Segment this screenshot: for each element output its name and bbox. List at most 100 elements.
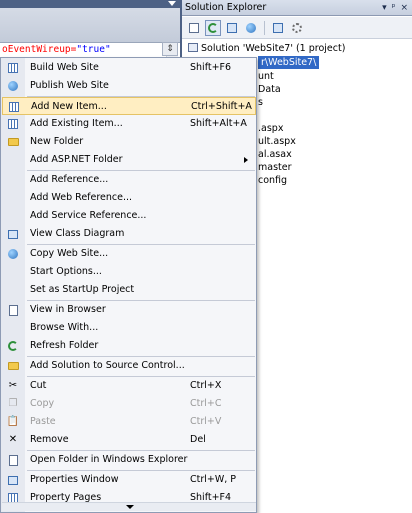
asp-config-button[interactable] [289, 20, 305, 36]
menu-item-label: View Class Diagram [30, 228, 125, 239]
code-line[interactable]: oEventWireup="true" [0, 43, 165, 56]
menu-item-add-new-item[interactable]: Add New Item... Ctrl+Shift+A [2, 97, 256, 115]
menu-item-view-in-browser[interactable]: View in Browser [2, 301, 256, 319]
refresh-button[interactable] [205, 19, 221, 36]
auto-hide-pin-icon[interactable]: ᵖ [392, 0, 396, 16]
menu-scroll-down-button[interactable] [2, 502, 256, 511]
menu-item-remove[interactable]: ✕ Remove Del [2, 431, 256, 449]
tree-node[interactable]: .aspx [258, 122, 283, 135]
menu-item-set-startup-project[interactable]: Set as StartUp Project [2, 281, 256, 299]
folder-icon [7, 136, 19, 148]
menu-item-label: Add Solution to Source Control... [30, 360, 185, 371]
refresh-icon [208, 22, 218, 33]
menu-item-label: Add Existing Item... [30, 118, 123, 129]
browser-icon [7, 304, 19, 316]
remove-icon: ✕ [8, 434, 18, 445]
menu-item-copy[interactable]: ❐ Copy Ctrl+C [2, 395, 256, 413]
nest-files-icon [227, 22, 237, 33]
menu-item-label: Set as StartUp Project [30, 284, 135, 295]
menu-item-properties-window[interactable]: Properties Window Ctrl+W, P [2, 471, 256, 489]
copy-web-site-icon [7, 248, 19, 260]
menu-item-label: Refresh Folder [30, 340, 99, 351]
tree-node[interactable]: al.asax [258, 148, 292, 161]
menu-item-cut[interactable]: ✂ Cut Ctrl+X [2, 377, 256, 395]
view-in-browser-button[interactable] [270, 20, 286, 36]
paste-icon: 📋 [6, 416, 20, 427]
menu-item-shortcut: Del [190, 434, 206, 445]
menu-item-shortcut: Shift+F6 [190, 62, 232, 73]
chevron-down-icon [126, 505, 134, 509]
tree-node-label: Solution 'WebSite7' (1 project) [201, 43, 346, 54]
menu-item-copy-web-site[interactable]: Copy Web Site... [2, 245, 256, 263]
menu-item-add-reference[interactable]: Add Reference... [2, 171, 256, 189]
menu-item-build-web-site[interactable]: Build Web Site Shift+F6 [2, 59, 256, 77]
menu-item-label: Open Folder in Windows Explorer [30, 454, 188, 465]
menu-item-label: Add Reference... [30, 174, 109, 185]
properties-button[interactable] [186, 20, 202, 36]
tree-node[interactable]: config [258, 174, 287, 187]
menu-item-label: Paste [30, 416, 56, 427]
code-attribute: oEventWireup= [2, 44, 77, 55]
menu-item-shortcut: Ctrl+W, P [190, 474, 237, 485]
menu-item-label: Copy [30, 398, 55, 409]
tree-node[interactable]: Data [258, 83, 281, 96]
menu-item-label: Add ASP.NET Folder [30, 154, 123, 165]
open-folder-icon [7, 454, 19, 466]
add-new-item-icon [8, 101, 20, 113]
tab-dropdown-icon[interactable] [168, 1, 176, 6]
menu-item-label: Publish Web Site [30, 80, 109, 91]
tree-node-solution[interactable]: Solution 'WebSite7' (1 project) [188, 42, 345, 55]
tree-node[interactable]: unt [258, 70, 274, 83]
menu-item-label: Build Web Site [30, 62, 99, 73]
menu-item-add-web-reference[interactable]: Add Web Reference... [2, 189, 256, 207]
class-diagram-icon [7, 228, 19, 240]
menu-item-browse-with[interactable]: Browse With... [2, 319, 256, 337]
menu-item-view-class-diagram[interactable]: View Class Diagram [2, 225, 256, 243]
tree-node-label: r\WebSite7\ [261, 57, 317, 68]
menu-item-add-existing-item[interactable]: Add Existing Item... Shift+Alt+A [2, 115, 256, 133]
menu-item-shortcut: Ctrl+X [190, 380, 222, 391]
editor-navigation-bar [0, 8, 180, 43]
view-in-browser-icon [273, 22, 283, 33]
editor-tab-strip [0, 0, 180, 8]
menu-item-publish-web-site[interactable]: Publish Web Site [2, 77, 256, 95]
copy-icon: ❐ [8, 398, 18, 409]
menu-item-refresh-folder[interactable]: Refresh Folder [2, 337, 256, 355]
menu-item-label: Add Service Reference... [30, 210, 147, 221]
menu-item-label: Add New Item... [31, 101, 107, 112]
menu-item-label: Start Options... [30, 266, 102, 277]
split-view-icon[interactable]: ⇕ [162, 42, 178, 56]
menu-item-label: Add Web Reference... [30, 192, 133, 203]
menu-item-label: Browse With... [30, 322, 99, 333]
menu-item-add-aspnet-folder[interactable]: Add ASP.NET Folder [2, 151, 256, 169]
menu-item-label: Cut [30, 380, 47, 391]
tree-node-project[interactable]: r\WebSite7\ [258, 56, 320, 69]
menu-item-open-folder-in-explorer[interactable]: Open Folder in Windows Explorer [2, 451, 256, 469]
nest-related-files-button[interactable] [224, 20, 240, 36]
copy-web-site-icon [246, 22, 256, 33]
menu-item-shortcut: Ctrl+Shift+A [191, 101, 252, 112]
menu-item-label: Remove [30, 434, 69, 445]
menu-item-label: Copy Web Site... [30, 248, 109, 259]
menu-item-paste[interactable]: 📋 Paste Ctrl+V [2, 413, 256, 431]
menu-item-shortcut: Ctrl+C [190, 398, 222, 409]
close-icon[interactable]: × [400, 0, 408, 16]
tree-node[interactable]: master [258, 161, 292, 174]
properties-icon [189, 22, 199, 33]
tree-node[interactable]: s [258, 96, 263, 109]
tree-node[interactable]: ult.aspx [258, 135, 296, 148]
menu-item-add-service-reference[interactable]: Add Service Reference... [2, 207, 256, 225]
solution-explorer-toolbar [182, 17, 412, 39]
toolbar-separator [264, 20, 265, 35]
context-menu: Build Web Site Shift+F6 Publish Web Site… [0, 57, 257, 513]
menu-item-shortcut: Ctrl+V [190, 416, 222, 427]
window-position-icon[interactable]: ▾ [382, 0, 387, 16]
copy-web-site-button[interactable] [243, 20, 259, 36]
menu-item-shortcut: Shift+Alt+A [190, 118, 247, 129]
menu-item-start-options[interactable]: Start Options... [2, 263, 256, 281]
menu-item-new-folder[interactable]: New Folder [2, 133, 256, 151]
source-control-icon [7, 360, 19, 372]
build-icon [7, 62, 19, 74]
add-existing-item-icon [7, 118, 19, 130]
menu-item-add-to-source-control[interactable]: Add Solution to Source Control... [2, 357, 256, 375]
